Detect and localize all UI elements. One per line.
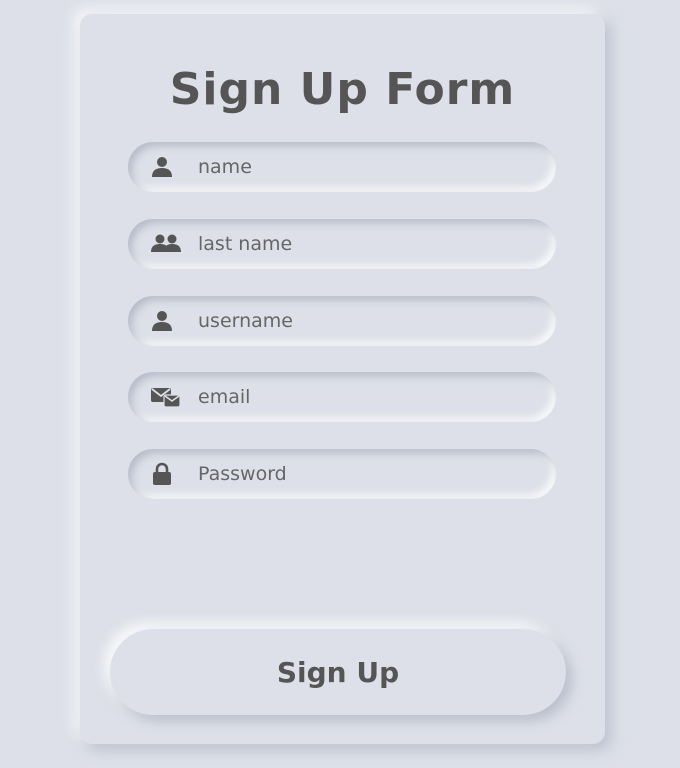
password-input[interactable] [198,449,538,499]
name-field-wrapper[interactable] [128,142,556,192]
lock-icon [150,462,184,486]
last-name-field-wrapper[interactable] [128,219,556,269]
user-icon [150,155,184,179]
mail-icon [150,385,184,409]
email-input[interactable] [198,372,538,422]
last-name-input[interactable] [198,219,538,269]
user-icon [150,309,184,333]
users-icon [150,232,184,256]
password-field-wrapper[interactable] [128,449,556,499]
username-field-wrapper[interactable] [128,296,556,346]
sign-up-button[interactable]: Sign Up [110,629,566,715]
username-input[interactable] [198,296,538,346]
email-field-wrapper[interactable] [128,372,556,422]
name-input[interactable] [198,142,538,192]
form-title: Sign Up Form [169,64,516,115]
signup-card: Sign Up Form name last name username ema… [80,14,605,744]
